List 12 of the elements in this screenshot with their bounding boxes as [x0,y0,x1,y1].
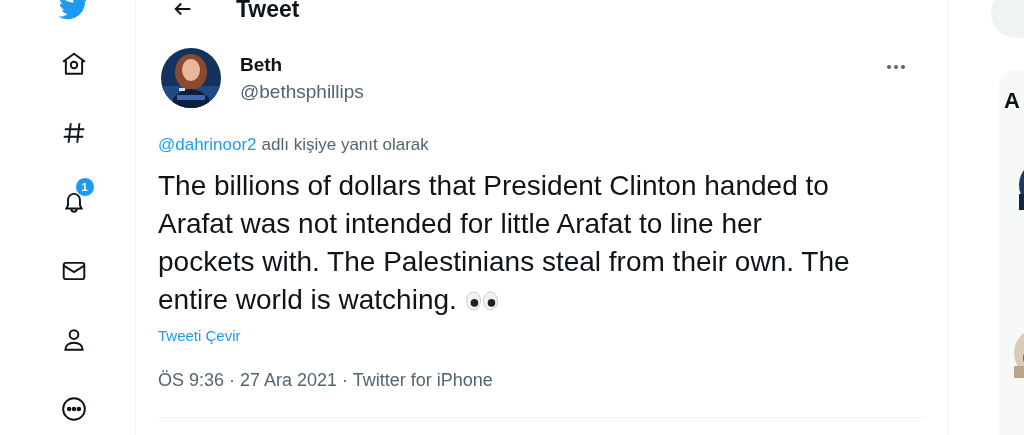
eyes-icon [464,291,499,311]
reply-context: adlı kişiye yanıt olarak [261,135,429,155]
notification-badge: 1 [74,177,95,197]
author-name[interactable]: Beth [240,53,364,76]
tweet-timestamp[interactable]: ÖS 9:36 · 27 Ara 2021 · Twitter for iPhone [158,370,926,391]
more-options-icon[interactable] [886,64,906,70]
author-handle[interactable]: @bethsphillips [240,80,364,103]
tweet-text: The billions of dollars that President Clinton handed to Arafat was not intended for little Arafat to line her pockets with. The Palestinians steal from their own. The entire world is watching. [158,169,851,317]
more-icon[interactable] [60,396,87,422]
home-icon[interactable] [60,51,87,77]
page-title: Tweet [236,0,300,23]
card-title: A [1004,88,1020,114]
